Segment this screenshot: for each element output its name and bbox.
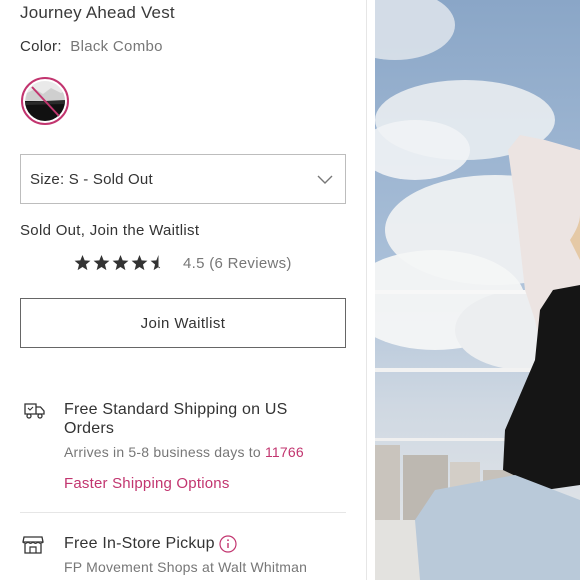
faster-shipping-link[interactable]: Faster Shipping Options — [64, 475, 230, 492]
model-photo-image — [375, 0, 580, 580]
product-photo[interactable] — [375, 0, 580, 580]
pickup-heading: Free In-Store Pickup — [64, 535, 215, 552]
star-rating — [74, 255, 169, 271]
delivery-truck-icon — [22, 401, 46, 426]
zip-code-link[interactable]: 11766 — [265, 444, 304, 460]
swatch-image — [25, 81, 65, 121]
star-half-icon — [150, 255, 161, 271]
star-full-icon — [112, 255, 129, 271]
star-full-icon — [74, 255, 91, 271]
color-swatch-black-combo[interactable] — [21, 77, 69, 125]
shipping-arrival: Arrives in 5-8 business days to 11766 — [64, 444, 304, 460]
waitlist-message: Sold Out, Join the Waitlist — [20, 222, 200, 239]
product-rating[interactable]: 4.5 (6 Reviews) — [74, 252, 292, 274]
chevron-down-icon — [317, 172, 333, 190]
section-divider — [20, 512, 346, 513]
join-waitlist-button[interactable]: Join Waitlist — [20, 298, 346, 348]
color-selection: Color: Black Combo — [20, 38, 163, 55]
shipping-heading: Free Standard Shipping on US Orders — [64, 401, 288, 437]
rating-summary: 4.5 (6 Reviews) — [183, 254, 292, 272]
storefront-icon — [22, 535, 44, 560]
info-icon[interactable] — [219, 535, 237, 553]
size-value: S - Sold Out — [68, 171, 153, 188]
panel-divider — [366, 0, 367, 580]
star-full-icon — [131, 255, 148, 271]
pickup-heading-row: Free In-Store Pickup — [64, 535, 237, 553]
arrival-text: Arrives in 5-8 business days to — [64, 444, 261, 460]
pickup-store: FP Movement Shops at Walt Whitman — [64, 559, 308, 575]
product-details-panel: Journey Ahead Vest Color: Black Combo Si… — [0, 0, 366, 580]
product-title: Journey Ahead Vest — [20, 3, 175, 22]
size-label: Size: — [30, 171, 65, 188]
star-full-icon — [93, 255, 110, 271]
color-value: Black Combo — [70, 38, 163, 55]
color-label: Color: — [20, 38, 62, 55]
size-dropdown[interactable]: Size: S - Sold Out — [20, 154, 346, 204]
size-dropdown-text: Size: S - Sold Out — [30, 171, 153, 188]
